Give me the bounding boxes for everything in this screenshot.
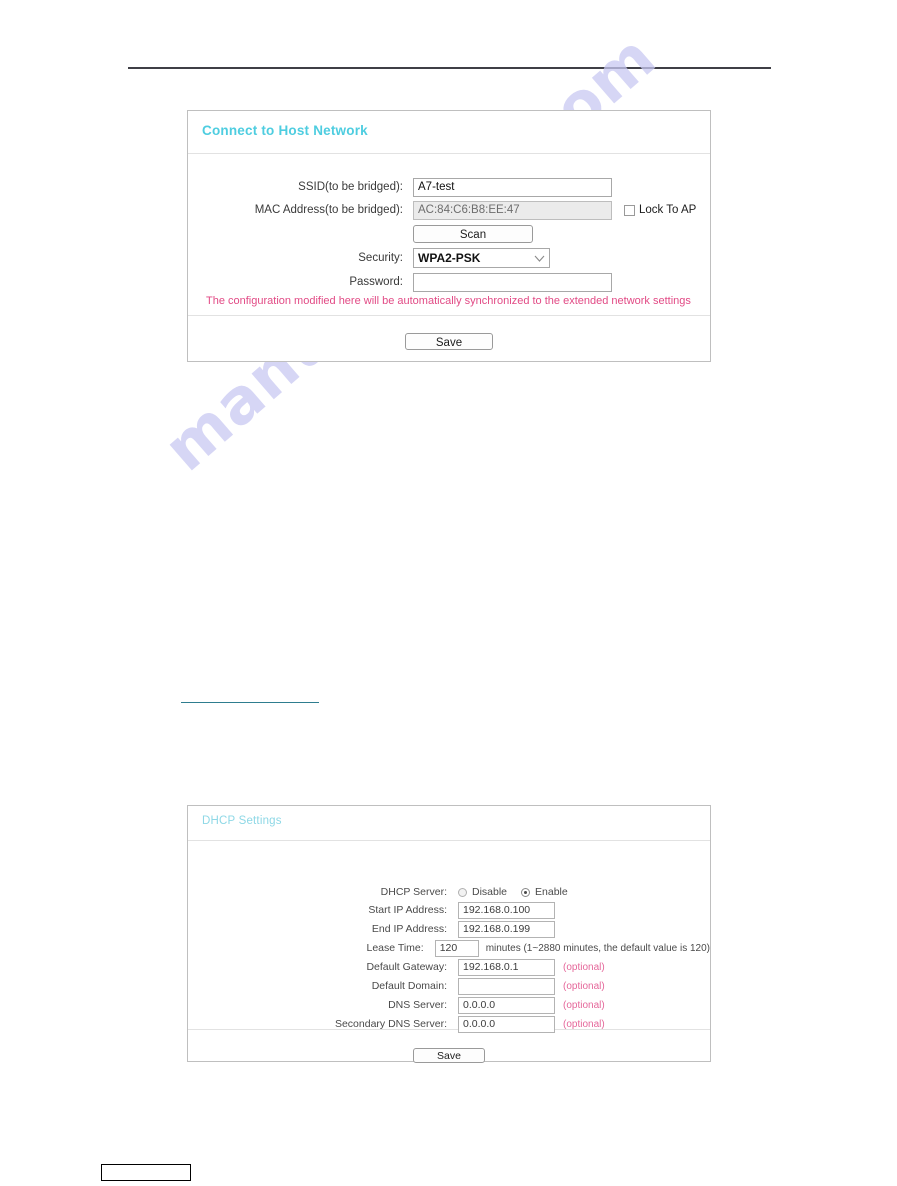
password-label: Password: <box>349 276 403 288</box>
lease-time-hint: minutes (1~2880 minutes, the default val… <box>485 942 710 954</box>
mac-address-label: MAC Address(to be bridged): <box>254 204 403 216</box>
dhcp-footer: Save <box>188 1029 710 1064</box>
end-ip-label: End IP Address: <box>371 923 447 935</box>
dns-server-row: DNS Server: (optional) <box>188 996 710 1014</box>
ssid-label: SSID(to be bridged): <box>298 181 403 193</box>
secondary-dns-server-label: Secondary DNS Server: <box>334 1018 447 1030</box>
security-select-value: WPA2-PSK <box>418 251 481 265</box>
dhcp-settings-panel: DHCP Settings DHCP Server: Disable Enabl… <box>187 805 711 1064</box>
lease-time-row: Lease Time: minutes (1~2880 minutes, the… <box>188 939 710 957</box>
secondary-dns-server-row: Secondary DNS Server: (optional) <box>188 1015 710 1033</box>
password-input[interactable] <box>413 272 612 292</box>
default-gateway-optional-tag: (optional) <box>563 961 605 973</box>
dhcp-server-label: DHCP Server: <box>380 886 447 898</box>
dns-server-optional-tag: (optional) <box>563 999 605 1011</box>
default-domain-input[interactable] <box>458 977 555 995</box>
save-button-host-network[interactable]: Save <box>405 333 493 350</box>
default-gateway-label: Default Gateway: <box>366 961 447 973</box>
page-footer-box <box>101 1164 191 1181</box>
connect-to-host-network-panel: Connect to Host Network SSID(to be bridg… <box>187 110 711 362</box>
host-network-footer: Save <box>188 315 710 351</box>
lease-time-input[interactable] <box>434 939 479 957</box>
default-domain-optional-tag: (optional) <box>563 980 605 992</box>
lock-to-ap-control[interactable]: Lock To AP <box>624 204 696 216</box>
host-network-form-body: SSID(to be bridged): MAC Address(to be b… <box>188 154 710 315</box>
secondary-dns-optional-tag: (optional) <box>563 1018 605 1030</box>
dhcp-enable-label: Enable <box>535 886 568 898</box>
ssid-input[interactable] <box>413 177 612 197</box>
password-row: Password: <box>188 271 710 293</box>
lock-to-ap-checkbox-icon[interactable] <box>624 204 635 216</box>
dhcp-enable-radio[interactable] <box>521 887 531 897</box>
header-divider-rule <box>128 67 771 69</box>
dhcp-form-body: DHCP Server: Disable Enable Start IP Add… <box>188 841 710 1033</box>
lease-time-label: Lease Time: <box>366 942 424 954</box>
dns-server-input[interactable] <box>458 996 555 1014</box>
dhcp-server-row: DHCP Server: Disable Enable <box>188 883 710 901</box>
dns-server-label: DNS Server: <box>388 999 447 1011</box>
start-ip-label: Start IP Address: <box>368 904 447 916</box>
host-network-panel-title: Connect to Host Network <box>202 123 368 138</box>
start-ip-input[interactable] <box>458 901 555 919</box>
section-link-underline <box>181 702 319 703</box>
dhcp-panel-title: DHCP Settings <box>202 815 282 827</box>
mac-address-row: MAC Address(to be bridged): Lock To AP <box>188 199 710 221</box>
default-domain-label: Default Domain: <box>371 980 447 992</box>
scan-row: Scan <box>188 223 710 245</box>
dhcp-server-radio-group[interactable]: Disable Enable <box>458 886 568 898</box>
lock-to-ap-label: Lock To AP <box>639 204 697 216</box>
sync-warning-text: The configuration modified here will be … <box>206 295 691 307</box>
security-select[interactable]: WPA2-PSK <box>413 248 550 268</box>
dhcp-disable-radio[interactable] <box>458 887 467 897</box>
mac-address-input <box>413 200 612 220</box>
chevron-down-icon <box>534 255 545 262</box>
save-button-dhcp[interactable]: Save <box>413 1048 485 1063</box>
secondary-dns-server-input[interactable] <box>458 1015 555 1033</box>
end-ip-row: End IP Address: <box>188 920 710 938</box>
security-row: Security: WPA2-PSK <box>188 247 710 269</box>
security-label: Security: <box>358 252 403 264</box>
default-gateway-input[interactable] <box>458 958 555 976</box>
start-ip-row: Start IP Address: <box>188 901 710 919</box>
default-domain-row: Default Domain: (optional) <box>188 977 710 995</box>
dhcp-disable-label: Disable <box>472 886 508 898</box>
scan-button[interactable]: Scan <box>413 225 533 243</box>
ssid-row: SSID(to be bridged): <box>188 176 710 198</box>
default-gateway-row: Default Gateway: (optional) <box>188 958 710 976</box>
end-ip-input[interactable] <box>458 920 555 938</box>
